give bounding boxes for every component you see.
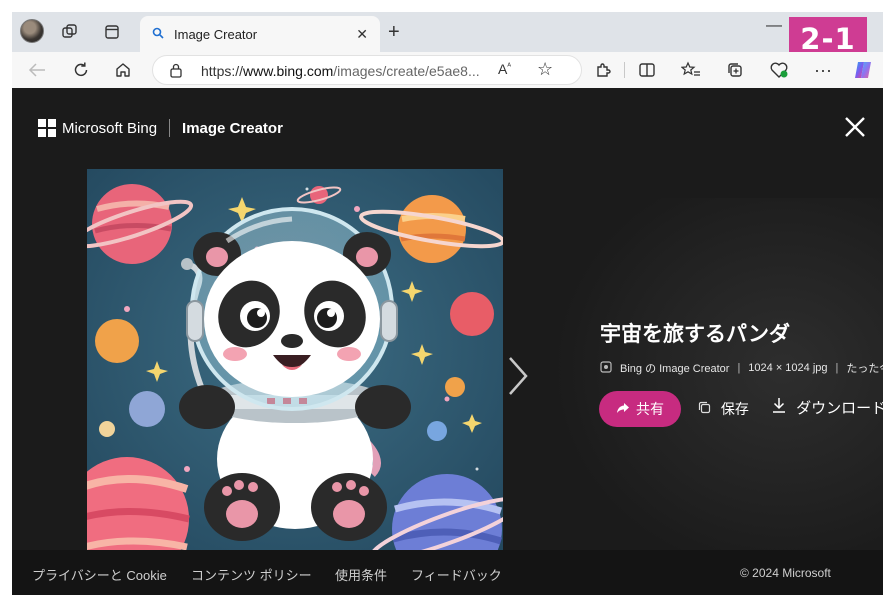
generated-image[interactable]: [87, 169, 503, 561]
download-label: ダウンロード: [796, 400, 883, 417]
favorite-star-icon[interactable]: ☆: [537, 59, 553, 80]
browser-toolbar: https://www.bing.com/images/create/e5ae8…: [12, 52, 883, 88]
address-bar[interactable]: https://www.bing.com/images/create/e5ae8…: [152, 55, 582, 85]
new-tab-button[interactable]: +: [388, 20, 400, 44]
privacy-link[interactable]: プライバシーと Cookie: [32, 565, 167, 584]
download-icon: [772, 398, 790, 417]
search-icon: [152, 27, 174, 42]
split-screen-icon[interactable]: [634, 58, 660, 82]
tab-strip: Image Creator ✕ + —: [12, 12, 883, 52]
home-icon[interactable]: [110, 58, 136, 82]
refresh-icon[interactable]: [68, 58, 94, 82]
content-policy-link[interactable]: コンテンツ ポリシー: [191, 565, 312, 584]
save-button[interactable]: 保存: [698, 399, 749, 419]
collections-icon[interactable]: [722, 58, 748, 82]
image-meta: Bing の Image Creator | 1024 × 1024 jpg |…: [600, 360, 883, 376]
close-icon[interactable]: [840, 112, 870, 142]
brand-name[interactable]: Microsoft Bing: [62, 120, 157, 137]
background-glow: [552, 198, 883, 578]
meta-size: 1024 × 1024 jpg: [748, 362, 828, 374]
minimize-button[interactable]: —: [766, 17, 782, 35]
terms-link[interactable]: 使用条件: [335, 565, 387, 584]
toolbar-divider: [624, 62, 625, 78]
feedback-link[interactable]: フィードバック: [411, 565, 502, 584]
meta-source: Bing の Image Creator: [620, 363, 730, 375]
tab-title: Image Creator: [174, 26, 258, 42]
tab-image-creator[interactable]: Image Creator ✕: [140, 16, 380, 52]
lock-icon[interactable]: [169, 62, 183, 81]
share-label: 共有: [636, 401, 664, 417]
microsoft-logo-icon: [38, 119, 56, 137]
next-image-chevron-icon[interactable]: [502, 354, 532, 398]
tab-actions-icon[interactable]: [98, 20, 126, 44]
browser-essentials-icon[interactable]: [766, 58, 792, 82]
viewer-header: Microsoft Bing Image Creator: [38, 119, 283, 137]
more-options-icon[interactable]: ···: [810, 58, 836, 82]
workspaces-icon[interactable]: [56, 20, 84, 44]
viewer-footer: プライバシーと Cookie コンテンツ ポリシー 使用条件 フィードバック ©…: [12, 550, 883, 595]
meta-divider: |: [737, 362, 741, 374]
save-label: 保存: [720, 401, 749, 417]
header-divider: [169, 119, 171, 137]
share-icon: [616, 402, 630, 417]
extensions-icon[interactable]: [590, 58, 616, 82]
meta-divider: |: [835, 362, 839, 374]
url-scheme: https://: [201, 63, 244, 79]
url-text: https://www.bing.com/images/create/e5ae8…: [201, 63, 480, 79]
profile-avatar[interactable]: [20, 19, 44, 43]
image-viewer: Microsoft Bing Image Creator 宇宙を旅するパンダ B…: [12, 88, 883, 595]
download-button[interactable]: ダウンロード: [772, 397, 883, 418]
copyright-text: © 2024 Microsoft: [740, 566, 831, 580]
share-button[interactable]: 共有: [599, 391, 681, 427]
image-title: 宇宙を旅するパンダ: [600, 323, 791, 346]
copilot-icon[interactable]: [850, 58, 876, 82]
url-host: www.bing.com: [243, 63, 334, 79]
close-tab-icon[interactable]: ✕: [356, 26, 368, 43]
product-name[interactable]: Image Creator: [182, 120, 283, 137]
url-path: /images/create/e5ae8...: [333, 63, 480, 79]
back-arrow-icon[interactable]: [24, 58, 50, 82]
read-aloud-icon[interactable]: Aᴬ: [498, 61, 511, 77]
meta-time: たった今: [846, 363, 883, 375]
save-collection-icon: [698, 401, 715, 417]
favorites-list-icon[interactable]: [678, 58, 704, 82]
image-creator-icon: [600, 360, 612, 376]
